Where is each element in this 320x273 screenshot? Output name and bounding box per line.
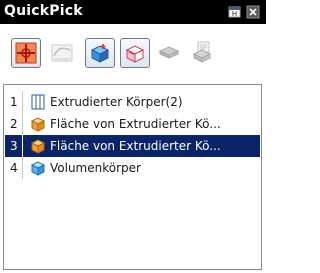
- item-label: Extrudierter Körper(2): [50, 95, 183, 109]
- list-item[interactable]: 4 Volumenkörper: [5, 157, 260, 179]
- crosshair-filter-button[interactable]: [11, 38, 41, 68]
- item-label: Volumenkörper: [50, 161, 141, 175]
- curve-filter-icon: [51, 44, 73, 62]
- sheet-body-filter-button[interactable]: [155, 38, 185, 68]
- face-filter-button[interactable]: [120, 38, 150, 68]
- filter-toolbar: [3, 24, 263, 81]
- solid-body-filter-button[interactable]: [85, 38, 115, 68]
- face-cube-icon: [30, 138, 46, 154]
- window-title: QuickPick: [4, 3, 83, 19]
- list-item-selected[interactable]: 3 Fläche von Extrudierter Kö...: [5, 135, 260, 157]
- extrude-feature-icon: [30, 94, 46, 110]
- title-bar: QuickPick H: [0, 0, 266, 24]
- item-number: 4: [10, 161, 18, 175]
- candidate-list: 1 Extrudierter Körper(2) 2 Fläche von Ex…: [3, 84, 262, 270]
- feature-filter-icon: [192, 41, 212, 63]
- sheet-body-filter-icon: [158, 46, 180, 59]
- curve-filter-button[interactable]: [48, 38, 78, 68]
- item-label: Fläche von Extrudierter Kö...: [50, 139, 221, 153]
- item-number: 2: [10, 117, 18, 131]
- column-divider: [22, 135, 23, 157]
- list-item[interactable]: 2 Fläche von Extrudierter Kö...: [5, 113, 260, 135]
- item-number: 3: [10, 139, 18, 153]
- maximize-icon[interactable]: H: [228, 4, 242, 18]
- column-divider: [22, 113, 23, 135]
- item-label: Fläche von Extrudierter Kö...: [50, 117, 221, 131]
- solid-body-filter-icon: [90, 44, 110, 63]
- solid-body-icon: [30, 160, 46, 176]
- close-icon[interactable]: [246, 4, 260, 19]
- svg-text:H: H: [232, 10, 237, 18]
- face-cube-icon: [30, 116, 46, 132]
- column-divider: [22, 157, 23, 179]
- face-filter-icon: [125, 45, 145, 63]
- quickpick-window: QuickPick H 1 Extrudierter Körper(2) 2 F…: [0, 0, 266, 273]
- crosshair-filter-icon: [15, 42, 37, 64]
- feature-filter-button[interactable]: [189, 38, 219, 68]
- list-item[interactable]: 1 Extrudierter Körper(2): [5, 91, 260, 113]
- item-number: 1: [10, 95, 18, 109]
- column-divider: [22, 91, 23, 113]
